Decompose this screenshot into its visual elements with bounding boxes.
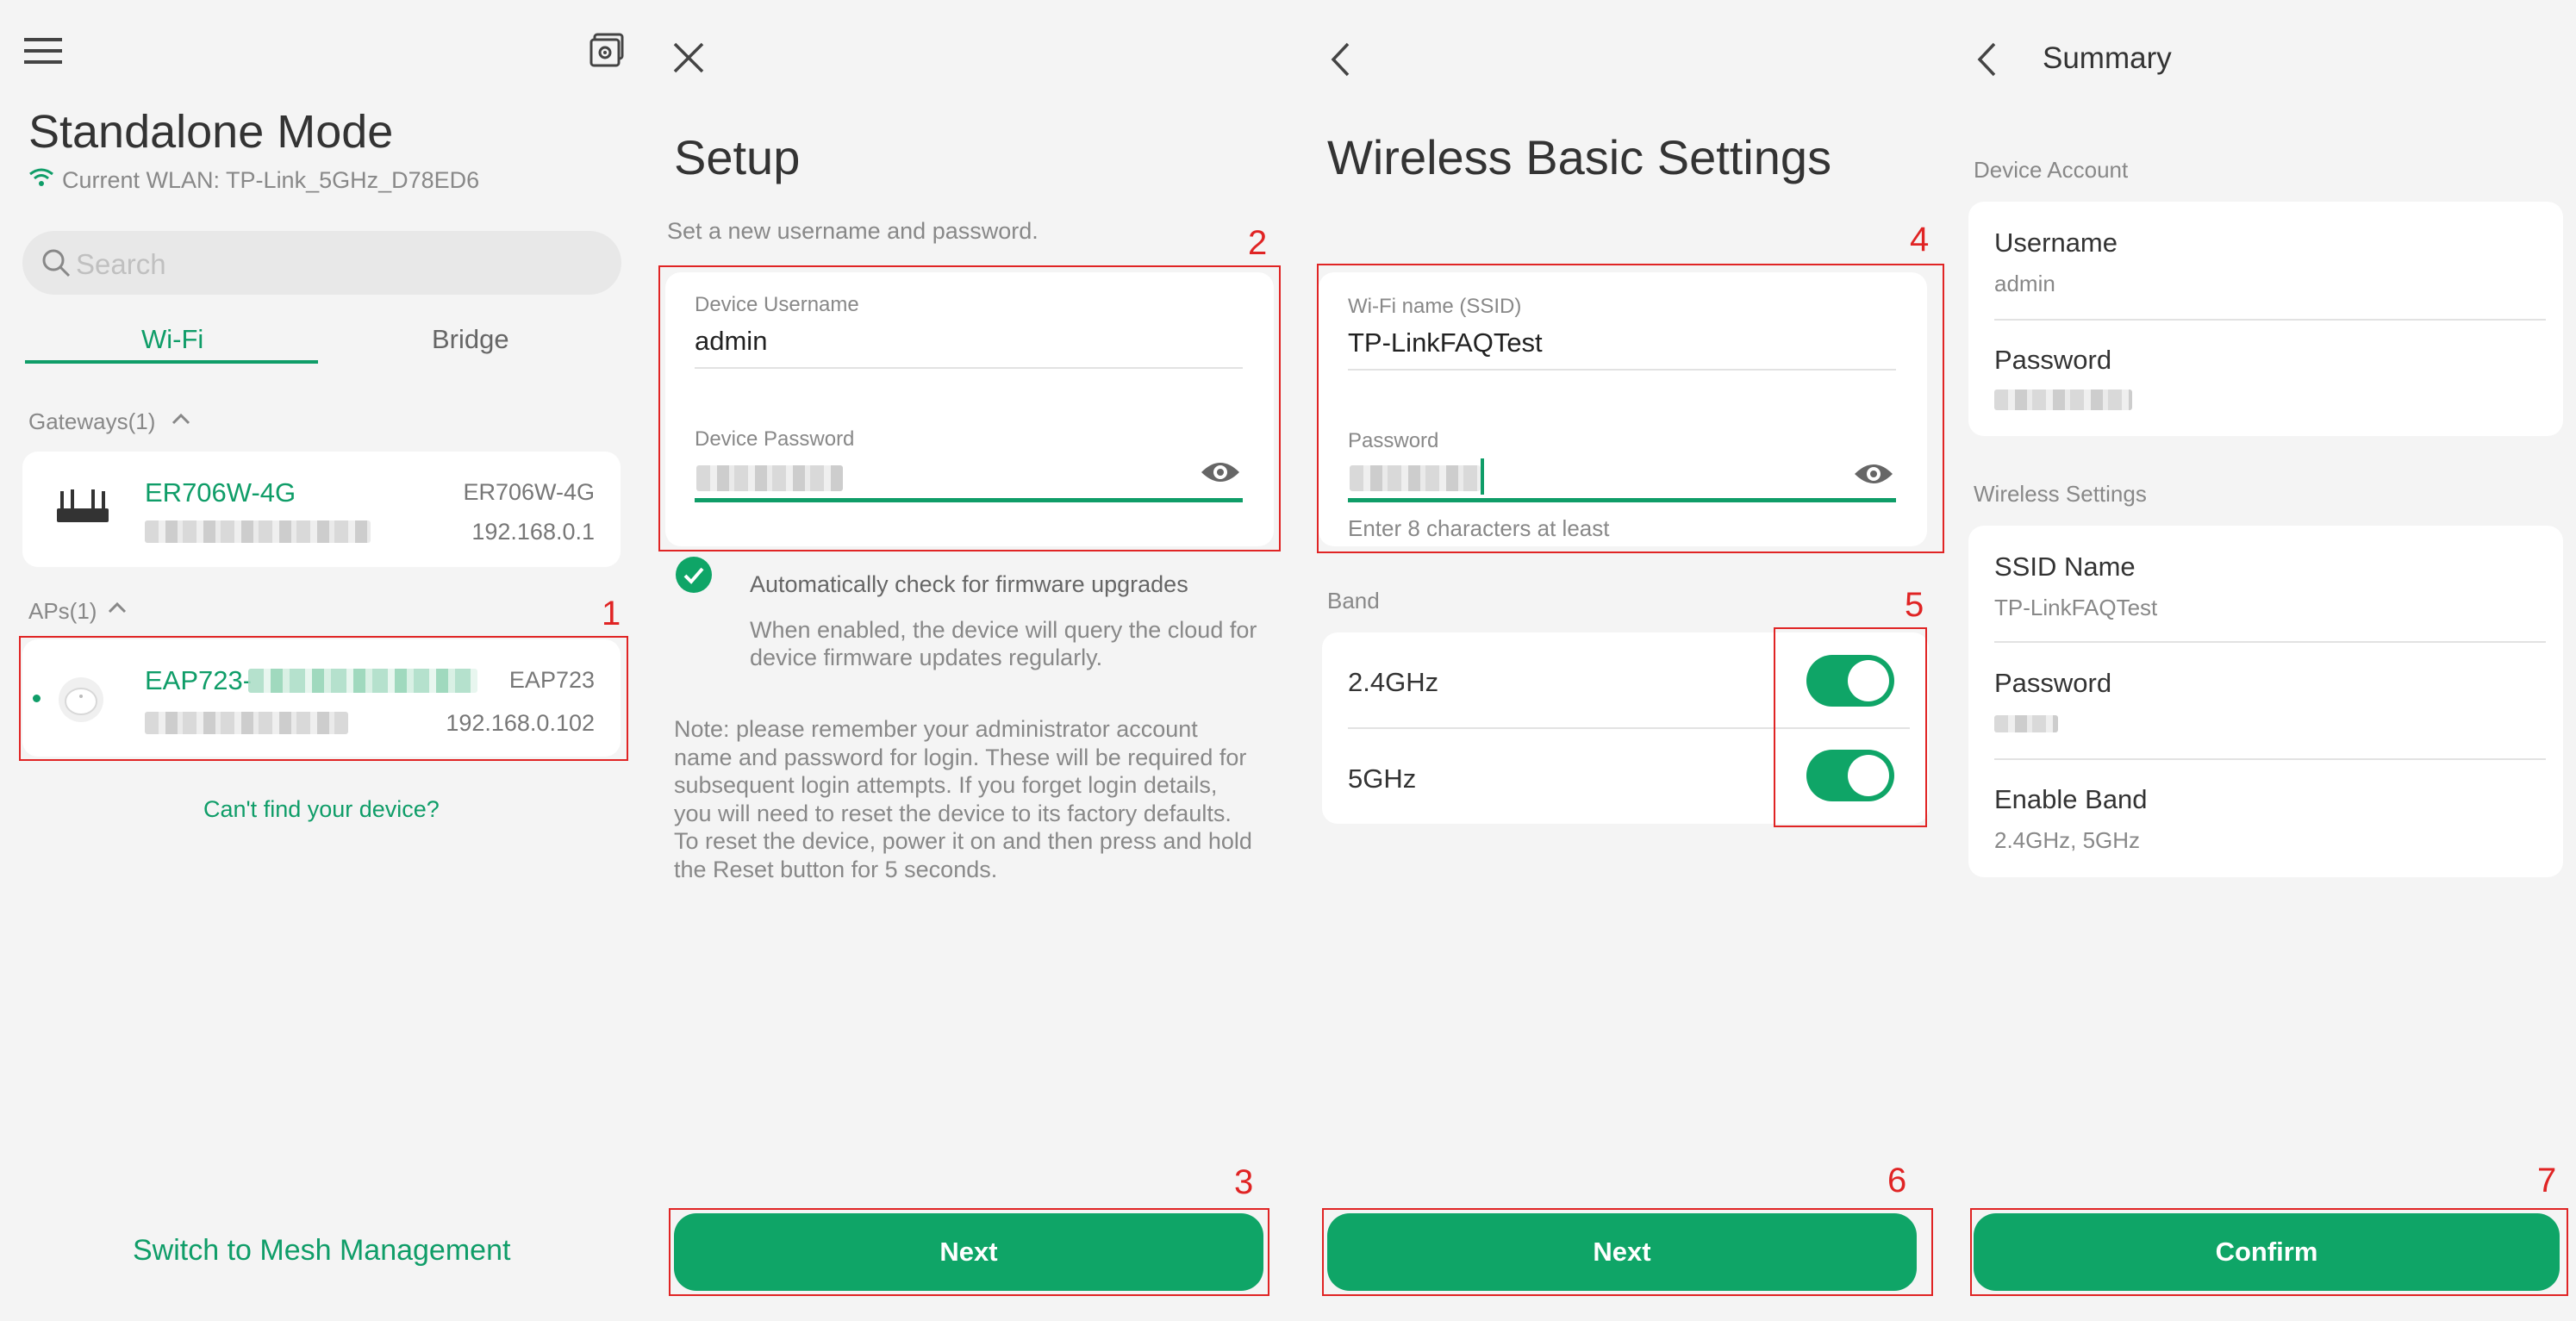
gateway-model: ER706W-4G	[463, 479, 595, 505]
ssid-name-label: SSID Name	[1994, 551, 2136, 582]
note-line: the Reset button for 5 seconds.	[674, 856, 998, 882]
search-input[interactable]: Search	[76, 248, 166, 281]
annotation-box-5	[1774, 627, 1927, 827]
firmware-check-label: Automatically check for firmware upgrade…	[750, 571, 1188, 597]
search-icon	[41, 248, 71, 277]
close-icon[interactable]	[672, 41, 705, 74]
wireless-password-redacted	[1994, 715, 2058, 732]
annotation-box-1	[19, 636, 628, 761]
annotation-number-7: 7	[2537, 1162, 2557, 1199]
panel-standalone-mode: Standalone Mode Current WLAN: TP-Link_5G…	[0, 0, 642, 1321]
chevron-up-icon[interactable]	[171, 412, 191, 426]
annotation-box-7	[1970, 1208, 2568, 1296]
current-wlan: Current WLAN: TP-Link_5GHz_D78ED6	[62, 167, 480, 193]
panel-setup: Setup Set a new username and password. D…	[653, 0, 1295, 1321]
tab-wifi-underline	[25, 360, 318, 364]
annotation-number-1: 1	[602, 595, 621, 632]
annotation-number-3: 3	[1234, 1163, 1254, 1201]
divider	[1994, 319, 2546, 321]
device-scan-icon[interactable]	[589, 33, 624, 67]
summary-password-redacted	[1994, 389, 2132, 410]
search-bar[interactable]: Search	[22, 231, 621, 295]
aps-header[interactable]: APs(1)	[28, 598, 97, 625]
panel-wireless-basic-settings: Wireless Basic Settings Wi-Fi name (SSID…	[1307, 0, 1949, 1321]
wireless-settings-header: Wireless Settings	[1974, 481, 2147, 507]
gateways-header[interactable]: Gateways(1)	[28, 408, 155, 435]
note-line: subsequent login attempts. If you forget…	[674, 772, 1218, 799]
gateway-name: ER706W-4G	[145, 477, 296, 508]
menu-icon[interactable]	[24, 36, 62, 65]
annotation-box-2	[658, 265, 1281, 551]
note-line: you will need to reset the device to its…	[674, 800, 1232, 826]
summary-password-label: Password	[1994, 345, 2112, 375]
panel-summary: Summary Device Account Username admin Pa…	[1953, 0, 2576, 1321]
summary-username-value: admin	[1994, 271, 2055, 296]
note-line: To reset the device, power it on and the…	[674, 828, 1252, 855]
page-subtitle: Set a new username and password.	[667, 218, 1039, 244]
switch-to-mesh-link[interactable]: Switch to Mesh Management	[133, 1234, 510, 1268]
page-title: Setup	[674, 130, 801, 184]
annotation-number-6: 6	[1887, 1162, 1907, 1199]
wireless-password-label: Password	[1994, 668, 2112, 698]
wifi-icon	[28, 167, 54, 188]
annotation-box-3	[669, 1208, 1269, 1296]
chevron-up-icon[interactable]	[107, 601, 128, 614]
gateway-card[interactable]: ER706W-4G ER706W-4G 192.168.0.1	[22, 452, 621, 567]
divider	[1994, 758, 2546, 760]
router-icon	[55, 488, 110, 527]
band-label-5ghz: 5GHz	[1348, 763, 1417, 794]
tab-bridge[interactable]: Bridge	[432, 324, 509, 355]
annotation-number-2: 2	[1248, 224, 1268, 262]
note-line: name and password for login. These will …	[674, 744, 1247, 770]
enable-band-label: Enable Band	[1994, 784, 2148, 814]
device-account-header: Device Account	[1974, 157, 2129, 183]
back-arrow-icon[interactable]	[1329, 41, 1353, 78]
summary-username-label: Username	[1994, 227, 2118, 258]
cant-find-device-link[interactable]: Can't find your device?	[203, 796, 440, 823]
divider	[1994, 641, 2546, 643]
firmware-checkbox[interactable]	[676, 557, 712, 593]
page-title: Summary	[2043, 41, 2172, 75]
gateway-mac-redacted	[145, 520, 371, 543]
band-label-2-4ghz: 2.4GHz	[1348, 667, 1439, 697]
annotation-box-4	[1317, 264, 1944, 553]
gateway-ip: 192.168.0.1	[471, 519, 595, 545]
back-arrow-icon[interactable]	[1975, 41, 1999, 78]
note-line: Note: please remember your administrator…	[674, 716, 1198, 742]
page-title: Standalone Mode	[28, 106, 394, 158]
note-text: Note: please remember your administrator…	[674, 715, 1252, 884]
annotation-number-4: 4	[1910, 221, 1930, 259]
page-title: Wireless Basic Settings	[1327, 130, 1832, 184]
band-header: Band	[1327, 588, 1380, 614]
firmware-desc-line2: device firmware updates regularly.	[750, 645, 1103, 670]
ssid-name-value: TP-LinkFAQTest	[1994, 595, 2158, 620]
tab-wifi[interactable]: Wi-Fi	[141, 324, 203, 355]
firmware-desc-line1: When enabled, the device will query the …	[750, 617, 1257, 643]
annotation-box-6	[1322, 1208, 1933, 1296]
enable-band-value: 2.4GHz, 5GHz	[1994, 827, 2141, 853]
annotation-number-5: 5	[1905, 586, 1924, 624]
